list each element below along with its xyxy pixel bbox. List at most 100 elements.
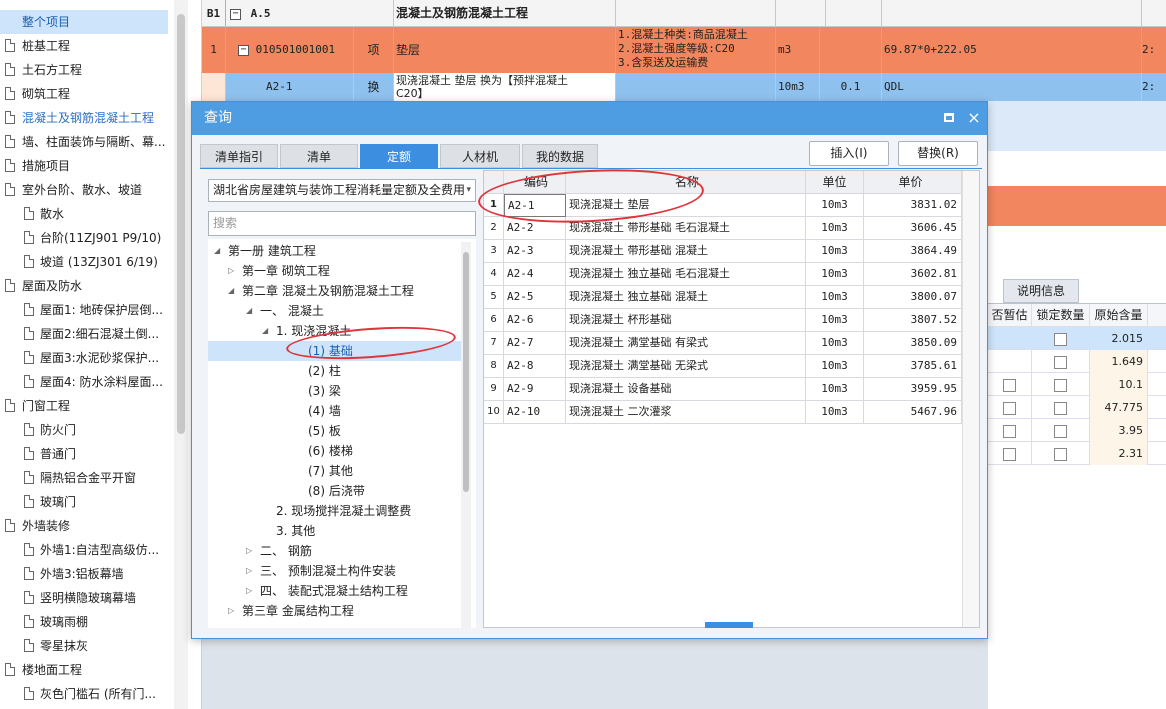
tab-2[interactable]: 定额 <box>360 144 438 168</box>
estimate-checkbox[interactable] <box>1003 401 1016 415</box>
tree-item[interactable]: 外墙1:自洁型高级仿... <box>0 538 172 562</box>
tab-1[interactable]: 清单 <box>280 144 358 168</box>
grid-row[interactable] <box>988 186 1166 226</box>
collapse-arrow-icon[interactable]: ◢ <box>246 301 252 321</box>
chapter-tree-item[interactable]: ▷ 第一章 砌筑工程 <box>208 261 468 281</box>
table-row[interactable]: 47.775 <box>988 396 1166 419</box>
tree-item[interactable]: 屋面1: 地砖保护层倒... <box>0 298 172 322</box>
tree-item[interactable]: 措施项目 <box>0 154 172 178</box>
tree-item[interactable]: 屋面4: 防水涂料屋面... <box>0 370 172 394</box>
estimate-checkbox[interactable] <box>1003 424 1016 438</box>
expand-arrow-icon[interactable]: ▷ <box>228 601 234 621</box>
chapter-tree-item[interactable]: ◢ 第一册 建筑工程 <box>208 241 468 261</box>
table-row[interactable]: 5 A2-5 现浇混凝土 独立基础 混凝土 10m3 3800.07 <box>484 286 962 309</box>
chapter-tree-item[interactable]: (5) 板 <box>208 421 468 441</box>
tree-item[interactable]: 普通门 <box>0 442 172 466</box>
column-header[interactable]: 锁定数量 <box>1032 304 1090 327</box>
table-row[interactable]: 10 A2-10 现浇混凝土 二次灌浆 10m3 5467.96 <box>484 401 962 424</box>
collapse-handle[interactable] <box>705 622 753 628</box>
table-row[interactable]: 2.31 <box>988 442 1166 465</box>
table-row[interactable]: 6 A2-6 现浇混凝土 杯形基础 10m3 3807.52 <box>484 309 962 332</box>
quota-library-select[interactable]: 湖北省房屋建筑与装饰工程消耗量定额及全费用 ▾ <box>208 179 476 202</box>
chapter-tree-item[interactable]: 3. 其他 <box>208 521 468 541</box>
grid-row[interactable] <box>988 151 1166 186</box>
tree-item[interactable]: 砌筑工程 <box>0 82 172 106</box>
table-row[interactable]: 8 A2-8 现浇混凝土 满堂基础 无梁式 10m3 3785.61 <box>484 355 962 378</box>
lock-qty-checkbox[interactable] <box>1054 424 1067 438</box>
tab-3[interactable]: 人材机 <box>440 144 520 168</box>
search-input[interactable]: 搜索 <box>208 211 476 236</box>
tree-item[interactable]: 坡道 (13ZJ301 6/19) <box>0 250 172 274</box>
lock-qty-checkbox[interactable] <box>1054 378 1067 392</box>
tree-item[interactable]: 外墙装修 <box>0 514 172 538</box>
grid-row[interactable] <box>988 101 1166 151</box>
lock-qty-checkbox[interactable] <box>1054 355 1067 369</box>
chapter-tree-item[interactable]: ▷ 四、 装配式混凝土结构工程 <box>208 581 468 601</box>
tree-item[interactable]: 整个项目 <box>0 10 168 34</box>
tree-item[interactable]: 零星抹灰 <box>0 634 172 658</box>
expand-arrow-icon[interactable]: ▷ <box>246 581 252 601</box>
tree-item[interactable]: 玻璃门 <box>0 490 172 514</box>
tree-item[interactable]: 屋面3:水泥砂浆保护... <box>0 346 172 370</box>
table-row[interactable]: 3 A2-3 现浇混凝土 带形基础 混凝土 10m3 3864.49 <box>484 240 962 263</box>
collapse-arrow-icon[interactable]: ◢ <box>262 321 268 341</box>
chapter-tree-item[interactable]: 2. 现场搅拌混凝土调整费 <box>208 501 468 521</box>
tree-item[interactable]: 室外台阶、散水、坡道 <box>0 178 172 202</box>
table-row[interactable]: 4 A2-4 现浇混凝土 独立基础 毛石混凝土 10m3 3602.81 <box>484 263 962 286</box>
chapter-tree-item[interactable]: ▷ 三、 预制混凝土构件安装 <box>208 561 468 581</box>
table-row[interactable]: 10.1 <box>988 373 1166 396</box>
scrollbar-thumb[interactable] <box>463 252 469 492</box>
tab-4[interactable]: 我的数据 <box>522 144 598 168</box>
quota-sub-row[interactable]: A2-1 换 现浇混凝土 垫层 换为【预拌混凝土 C20】 10m3 0.1 Q… <box>202 73 1166 101</box>
col-price[interactable]: 单价 <box>864 171 962 194</box>
tab-description-info[interactable]: 说明信息 <box>1003 279 1079 303</box>
chapter-tree-item[interactable]: (7) 其他 <box>208 461 468 481</box>
replace-button[interactable]: 替换(R) <box>898 141 978 166</box>
bill-item-row[interactable]: 1 − 010501001001 项 垫层 1.混凝土种类:商品混凝土 2.混凝… <box>202 27 1166 73</box>
chapter-tree-item[interactable]: ◢ 一、 混凝土 <box>208 301 468 321</box>
expand-arrow-icon[interactable]: ▷ <box>246 561 252 581</box>
collapse-arrow-icon[interactable]: ◢ <box>214 241 220 261</box>
tree-item[interactable]: 灰色门槛石 (所有门... <box>0 682 172 706</box>
collapse-arrow-icon[interactable]: ◢ <box>228 281 234 301</box>
tree-item[interactable]: 混凝土及钢筋混凝土工程 <box>0 106 172 130</box>
chapter-tree-item[interactable]: ▷ 第三章 金属结构工程 <box>208 601 468 621</box>
section-row[interactable]: B1 − A.5 混凝土及钢筋混凝土工程 <box>202 0 1166 27</box>
expand-arrow-icon[interactable]: ▷ <box>228 261 234 281</box>
chapter-tree-item[interactable]: (2) 柱 <box>208 361 468 381</box>
tree-item[interactable]: 土石方工程 <box>0 58 172 82</box>
table-row[interactable]: 1.649 <box>988 350 1166 373</box>
dialog-title[interactable]: 查询 <box>192 102 987 135</box>
column-header[interactable]: 否暂估 <box>988 304 1032 327</box>
collapse-toggle-icon[interactable]: − <box>230 8 241 20</box>
tree-item[interactable]: 屋面2:细石混凝土倒... <box>0 322 172 346</box>
tree-item[interactable]: 外墙3:铝板幕墙 <box>0 562 172 586</box>
col-unit[interactable]: 单位 <box>806 171 864 194</box>
chapter-tree-item[interactable]: ▷ 二、 钢筋 <box>208 541 468 561</box>
lock-qty-checkbox[interactable] <box>1054 332 1067 346</box>
tree-item[interactable]: 竖明横隐玻璃幕墙 <box>0 586 172 610</box>
table-row[interactable]: 2.015 <box>988 327 1166 350</box>
estimate-checkbox[interactable] <box>1003 378 1016 392</box>
tree-item[interactable]: 屋面及防水 <box>0 274 172 298</box>
tree-item[interactable]: 墙、柱面装饰与隔断、幕... <box>0 130 172 154</box>
tree-item[interactable]: 玻璃雨棚 <box>0 610 172 634</box>
tree-item[interactable]: 散水 <box>0 202 172 226</box>
chapter-tree-item[interactable]: ◢ 第二章 混凝土及钢筋混凝土工程 <box>208 281 468 301</box>
scrollbar-thumb[interactable] <box>177 14 185 434</box>
collapse-toggle-icon[interactable]: − <box>238 44 249 56</box>
tree-item[interactable]: 台阶(11ZJ901 P9/10) <box>0 226 172 250</box>
chapter-tree-item[interactable]: (8) 后浇带 <box>208 481 468 501</box>
chapter-tree-item[interactable]: (4) 墙 <box>208 401 468 421</box>
chapter-tree-item[interactable]: (3) 梁 <box>208 381 468 401</box>
tree-item[interactable]: 桩基工程 <box>0 34 172 58</box>
insert-button[interactable]: 插入(I) <box>809 141 889 166</box>
column-header[interactable]: 原始含量 <box>1090 304 1148 327</box>
close-icon[interactable]: × <box>966 108 982 128</box>
table-row[interactable]: 7 A2-7 现浇混凝土 满堂基础 有梁式 10m3 3850.09 <box>484 332 962 355</box>
lock-qty-checkbox[interactable] <box>1054 447 1067 461</box>
tree-item[interactable]: 隔热铝合金平开窗 <box>0 466 172 490</box>
grid-row[interactable] <box>988 226 1166 270</box>
tab-0[interactable]: 清单指引 <box>200 144 278 168</box>
maximize-icon[interactable] <box>944 113 954 122</box>
